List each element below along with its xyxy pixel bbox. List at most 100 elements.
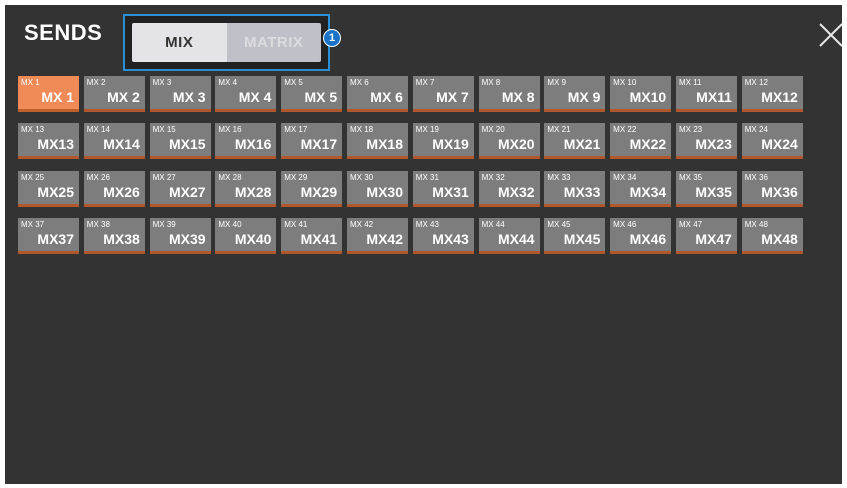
mix-name-label: MX15 [169, 136, 206, 153]
mix-number-label: MX 35 [678, 172, 703, 182]
close-button[interactable] [817, 21, 845, 49]
mix-number-label: MX 43 [415, 219, 439, 229]
mix-name-label: MX44 [498, 230, 535, 247]
mix-number-label: MX 13 [21, 125, 45, 135]
mix-number-label: MX 2 [86, 78, 106, 87]
mix-send-button[interactable]: MX 35 MX35 [675, 170, 737, 207]
mix-name-label: MX13 [37, 136, 74, 153]
mix-send-button[interactable]: MX 8 MX 8 [478, 76, 540, 112]
mix-name-label: MX27 [169, 183, 206, 200]
mix-number-label: MX 38 [86, 219, 110, 229]
mix-send-button[interactable]: MX 28 MX28 [215, 170, 277, 207]
mix-name-label: MX21 [563, 136, 601, 153]
mix-name-label: MX24 [761, 136, 798, 153]
mix-send-button[interactable]: MX 19 MX19 [412, 123, 474, 160]
close-x-icon [819, 23, 843, 47]
mix-name-label: MX31 [432, 183, 469, 200]
mix-send-button[interactable]: MX 45 MX45 [544, 217, 606, 254]
mix-number-label: MX 34 [613, 172, 637, 182]
mix-number-label: MX 25 [21, 172, 45, 182]
mix-send-button[interactable]: MX 18 MX18 [346, 123, 408, 160]
mix-number-label: MX 8 [481, 78, 501, 87]
mix-number-label: MX 37 [21, 219, 45, 229]
mix-send-button[interactable]: MX 14 MX14 [83, 123, 145, 160]
mix-send-button[interactable]: MX 39 MX39 [149, 217, 211, 254]
mix-number-label: MX 44 [481, 219, 505, 229]
tab-bar: MIX MATRIX [132, 23, 321, 62]
mix-number-label: MX 42 [349, 219, 374, 229]
mix-send-button[interactable]: MX 3 MX 3 [149, 76, 211, 112]
mix-send-button[interactable]: MX 27 MX27 [149, 170, 211, 207]
mix-send-button[interactable]: MX 34 MX34 [610, 170, 672, 207]
mix-name-label: MX29 [300, 183, 338, 200]
mix-number-label: MX 12 [744, 78, 768, 87]
mix-number-label: MX 9 [547, 78, 567, 87]
tab-group-highlight: MIX MATRIX [123, 14, 330, 71]
mix-number-label: MX 31 [415, 172, 439, 182]
mix-name-label: MX46 [629, 230, 667, 247]
mix-name-label: MX 4 [238, 89, 272, 105]
mix-name-label: MX26 [103, 183, 140, 200]
mix-send-button[interactable]: MX 38 MX38 [83, 217, 145, 254]
mix-send-button[interactable]: MX 21 MX21 [544, 123, 606, 160]
mix-number-label: MX 23 [678, 125, 703, 135]
mix-number-label: MX 5 [284, 78, 303, 87]
mix-name-label: MX10 [629, 89, 667, 105]
mix-send-button[interactable]: MX 26 MX26 [83, 170, 145, 207]
mix-send-button[interactable]: MX 15 MX15 [149, 123, 211, 160]
mix-send-button[interactable]: MX 10 MX10 [610, 76, 672, 112]
mix-send-button[interactable]: MX 2 MX 2 [83, 76, 145, 112]
mix-number-label: MX 18 [349, 125, 374, 135]
mix-number-label: MX 3 [152, 78, 172, 87]
mix-send-button[interactable]: MX 22 MX22 [610, 123, 672, 160]
mix-number-label: MX 15 [152, 125, 176, 135]
mix-send-button[interactable]: MX 30 MX30 [346, 170, 408, 207]
mix-send-button[interactable]: MX 4 MX 4 [215, 76, 277, 112]
mix-send-button[interactable]: MX 7 MX 7 [412, 76, 474, 112]
mix-number-label: MX 29 [284, 172, 308, 182]
mix-send-button[interactable]: MX 29 MX29 [281, 170, 343, 207]
mix-send-button[interactable]: MX 6 MX 6 [346, 76, 408, 112]
mix-send-button[interactable]: MX 11 MX11 [675, 76, 737, 112]
mix-send-button[interactable]: MX 48 MX48 [741, 217, 803, 254]
mix-send-button[interactable]: MX 17 MX17 [281, 123, 343, 160]
mix-send-button[interactable]: MX 25 MX25 [18, 170, 79, 207]
mix-number-label: MX 47 [678, 219, 703, 229]
mix-send-button[interactable]: MX 24 MX24 [741, 123, 803, 160]
mix-send-button[interactable]: MX 23 MX23 [675, 123, 737, 160]
mix-send-button[interactable]: MX 12 MX12 [741, 76, 803, 112]
mix-name-label: MX45 [563, 230, 601, 247]
mix-send-button[interactable]: MX 13 MX13 [18, 123, 79, 160]
mix-send-button[interactable]: MX 16 MX16 [215, 123, 277, 160]
mix-send-button[interactable]: MX 31 MX31 [412, 170, 474, 207]
mix-name-label: MX43 [432, 230, 469, 247]
mix-send-button[interactable]: MX 20 MX20 [478, 123, 540, 160]
mix-send-button[interactable]: MX 42 MX42 [346, 217, 408, 254]
tab-mix[interactable]: MIX [132, 23, 227, 62]
tab-matrix[interactable]: MATRIX [226, 23, 321, 62]
mix-send-button[interactable]: MX 5 MX 5 [281, 76, 343, 112]
mix-send-button[interactable]: MX 40 MX40 [215, 217, 277, 254]
mix-send-button[interactable]: MX 1 MX 1 [18, 76, 79, 112]
mix-name-label: MX47 [695, 230, 732, 247]
mix-send-button[interactable]: MX 9 MX 9 [544, 76, 606, 112]
mix-send-button[interactable]: MX 41 MX41 [281, 217, 343, 254]
mix-send-button[interactable]: MX 33 MX33 [544, 170, 606, 207]
mix-name-label: MX17 [300, 136, 338, 153]
mix-name-label: MX30 [366, 183, 403, 200]
mix-send-button[interactable]: MX 44 MX44 [478, 217, 540, 254]
mix-number-label: MX 48 [744, 219, 768, 229]
mix-name-label: MX11 [696, 89, 732, 105]
mix-name-label: MX 2 [107, 89, 140, 105]
mix-send-button[interactable]: MX 37 MX37 [18, 217, 79, 254]
mix-name-label: MX38 [103, 230, 140, 247]
mix-name-label: MX12 [761, 89, 798, 105]
mix-send-button[interactable]: MX 47 MX47 [675, 217, 737, 254]
mix-name-label: MX20 [498, 136, 535, 153]
mix-send-button[interactable]: MX 46 MX46 [610, 217, 672, 254]
mix-number-label: MX 10 [613, 78, 637, 87]
mix-name-label: MX22 [629, 136, 667, 153]
mix-send-button[interactable]: MX 43 MX43 [412, 217, 474, 254]
mix-send-button[interactable]: MX 36 MX36 [741, 170, 803, 207]
mix-send-button[interactable]: MX 32 MX32 [478, 170, 540, 207]
